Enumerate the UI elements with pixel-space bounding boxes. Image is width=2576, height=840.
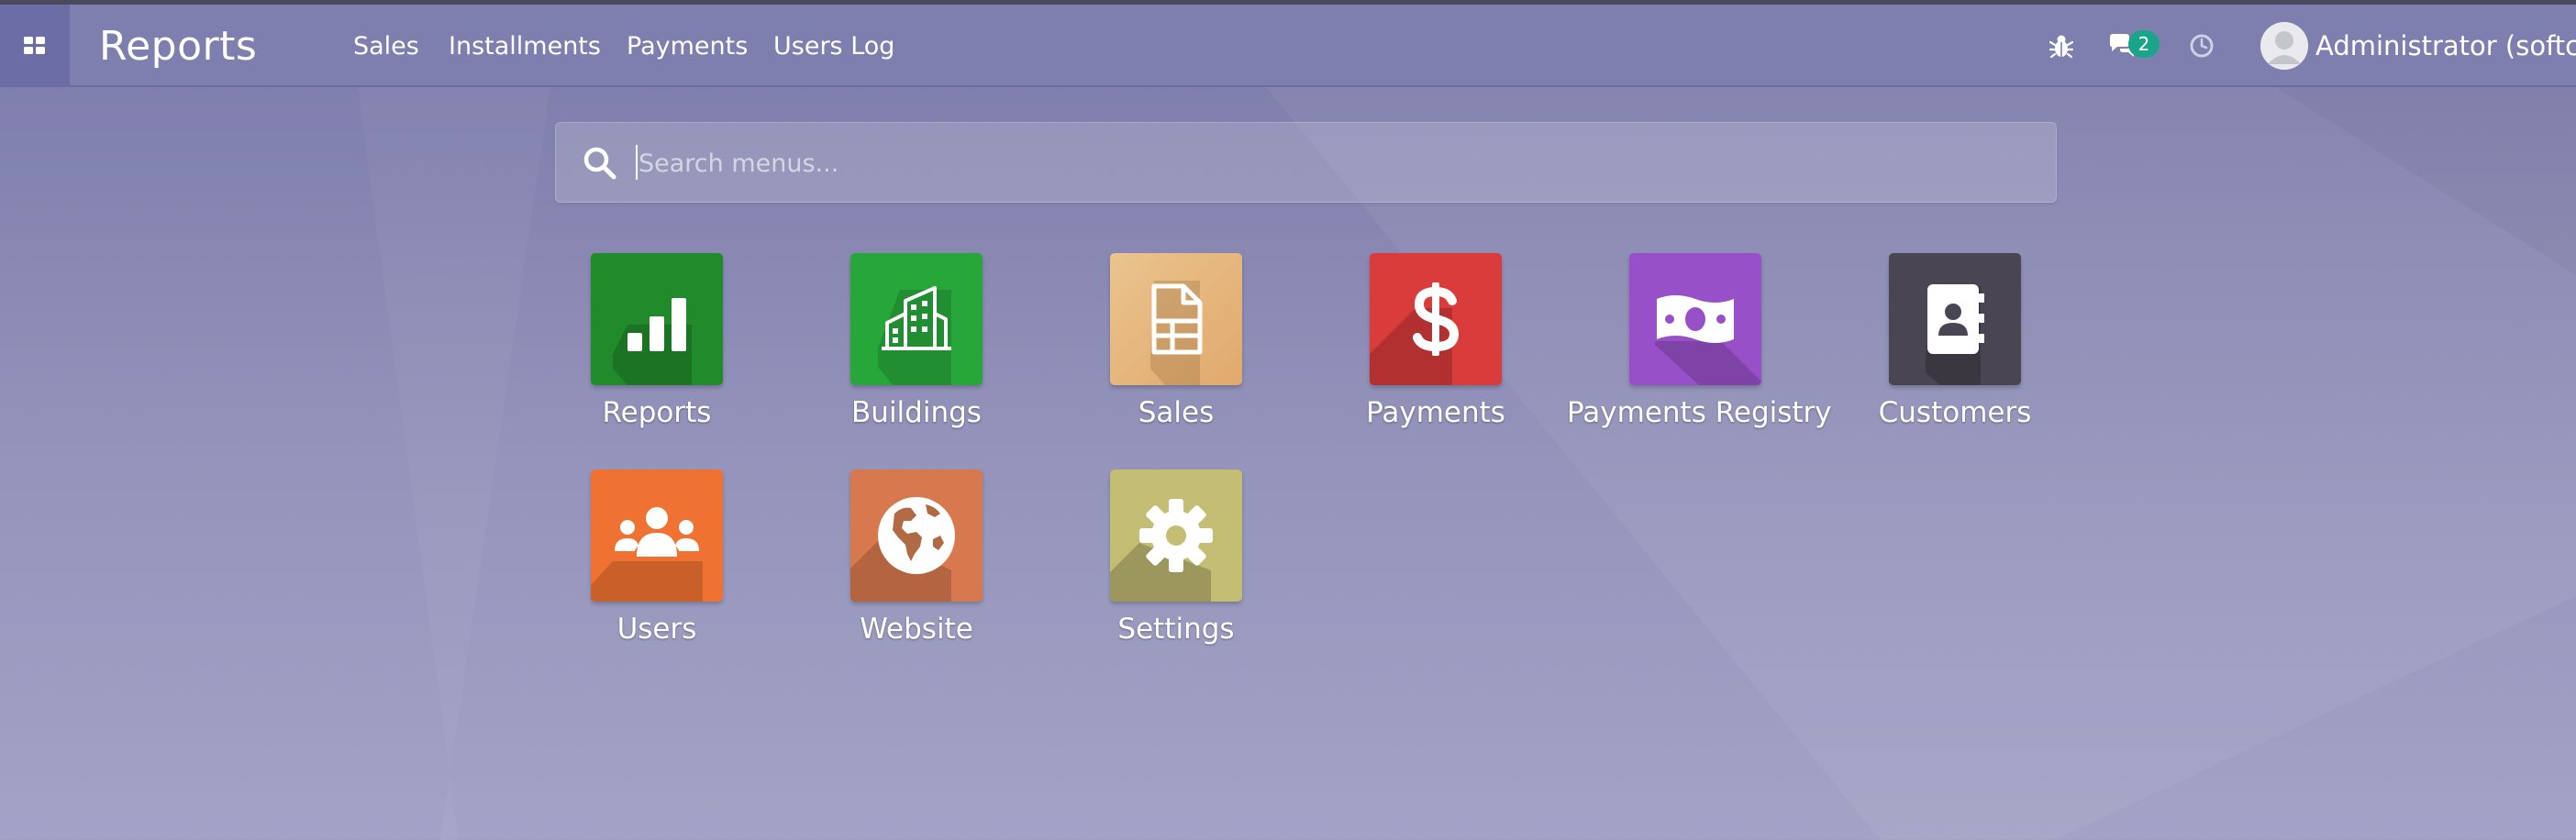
app-settings[interactable]: Settings — [1066, 470, 1286, 671]
app-customers[interactable]: Customers — [1845, 253, 2065, 455]
app-tile — [1110, 253, 1242, 385]
app-reports[interactable]: Reports — [547, 253, 767, 455]
app-tile — [1889, 253, 2021, 385]
search-icon — [583, 147, 616, 180]
app-website[interactable]: Website — [806, 470, 1027, 671]
app-label: Payments — [1366, 396, 1505, 429]
bug-icon — [2049, 35, 2073, 59]
app-sales[interactable]: Sales — [1066, 253, 1286, 455]
menu-item-users-log[interactable]: Users Log — [773, 5, 894, 87]
app-tile — [1110, 470, 1242, 602]
app-tile — [1370, 253, 1502, 385]
user-avatar-icon — [2260, 22, 2308, 70]
search-input[interactable] — [637, 123, 2035, 204]
user-menu[interactable]: Administrator (softcod — [2260, 5, 2576, 87]
messages-count-badge: 2 — [2128, 30, 2160, 58]
menu-item-installments[interactable]: Installments — [449, 5, 601, 87]
user-name: Administrator (softcod — [2315, 30, 2576, 61]
app-payments[interactable]: Payments — [1326, 253, 1546, 455]
debug-mode-button[interactable] — [2046, 5, 2077, 87]
clock-icon — [2190, 34, 2214, 58]
app-tile — [850, 253, 983, 385]
text-cursor — [636, 145, 638, 180]
menu-item-sales[interactable]: Sales — [353, 5, 419, 87]
app-tile — [591, 470, 723, 602]
document-icon — [1151, 283, 1203, 355]
gear-icon — [1139, 499, 1213, 572]
app-tile — [591, 253, 723, 385]
activities-button[interactable] — [2185, 5, 2218, 87]
grid-icon — [24, 37, 45, 54]
building-icon — [882, 286, 951, 350]
app-tile — [1629, 253, 1761, 385]
app-label: Sales — [1138, 396, 1215, 429]
globe-icon — [878, 497, 955, 574]
apps-menu-toggle[interactable] — [0, 5, 70, 87]
app-label: Payments Registry — [1567, 396, 1832, 429]
dollar-icon — [1413, 282, 1460, 356]
app-brand-title[interactable]: Reports — [99, 5, 257, 87]
app-label: Website — [860, 613, 973, 646]
app-buildings[interactable]: Buildings — [806, 253, 1027, 455]
menu-search-bar — [555, 122, 2057, 204]
app-label: Users — [616, 613, 697, 646]
app-tile — [850, 470, 983, 602]
avatar — [2260, 22, 2308, 70]
app-label: Buildings — [851, 396, 982, 429]
money-bill-icon — [1657, 295, 1734, 343]
app-label: Customers — [1878, 396, 2032, 429]
address-book-icon — [1927, 284, 1984, 354]
menu-item-payments[interactable]: Payments — [627, 5, 748, 87]
app-label: Reports — [602, 396, 712, 429]
app-users[interactable]: Users — [547, 470, 767, 671]
bar-chart-icon — [627, 298, 686, 351]
app-payments-registry[interactable]: Payments Registry — [1567, 253, 1832, 455]
app-label: Settings — [1117, 613, 1235, 646]
users-icon — [615, 507, 699, 557]
main-navbar: Reports Sales Installments Payments User… — [0, 5, 2576, 87]
